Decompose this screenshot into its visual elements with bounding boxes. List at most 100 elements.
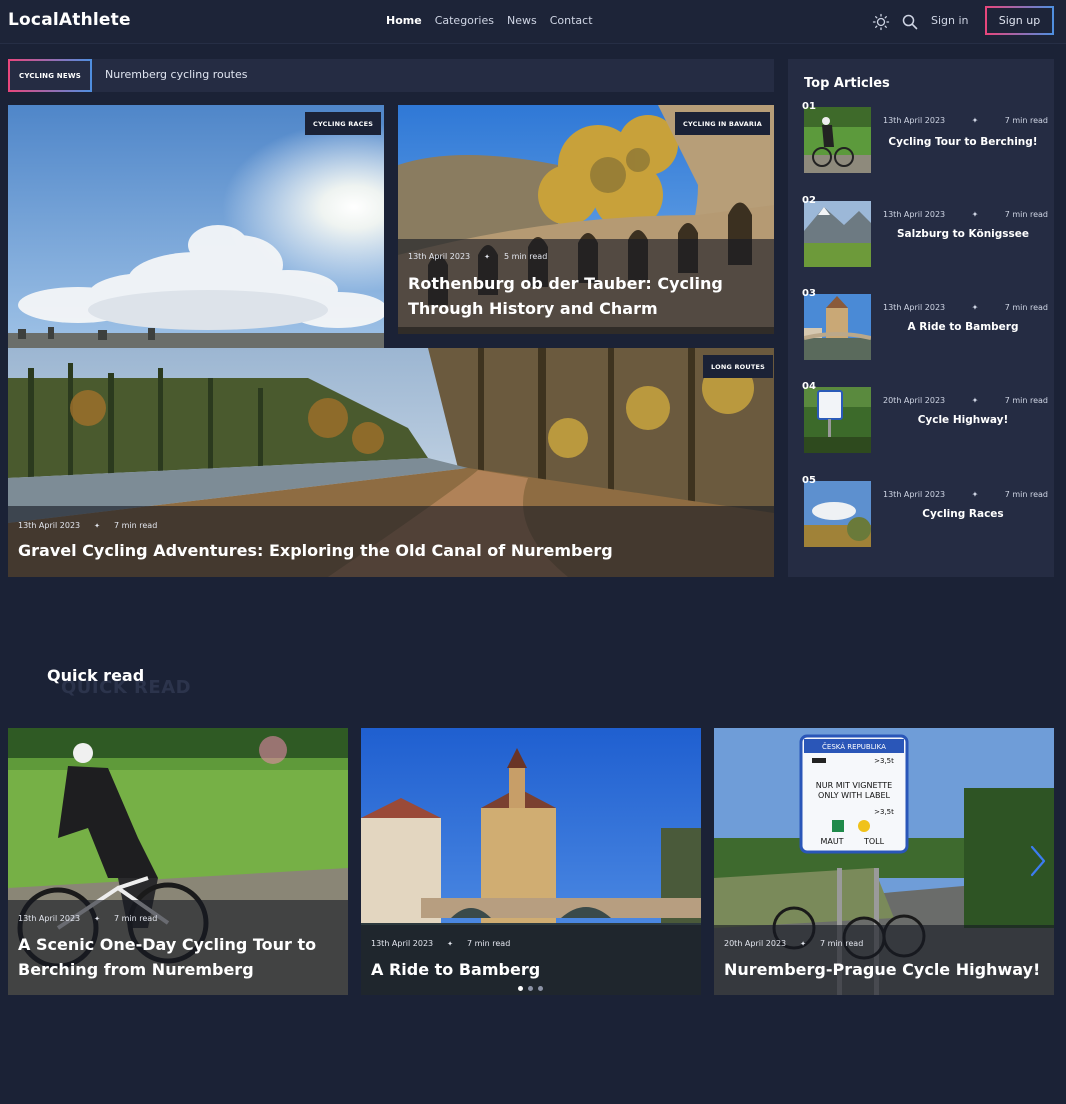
article-title[interactable]: Cycle Highway! (883, 412, 1043, 428)
meta-dot-icon: ✦ (971, 210, 979, 219)
carousel-dot[interactable] (528, 986, 533, 991)
article-readtime: 7 min read (1004, 303, 1048, 312)
quick-read-card[interactable]: 13th April 2023 ✦ 7 min read A Scenic On… (8, 728, 348, 995)
meta-dot-icon: ✦ (971, 396, 979, 405)
sign-line-vignette: NUR MIT VIGNETTE (816, 781, 892, 790)
card-readtime: 7 min read (820, 939, 864, 948)
meta-dot-icon: ✦ (971, 490, 979, 499)
card-readtime: 5 min read (504, 252, 548, 261)
article-thumbnail[interactable] (804, 107, 871, 173)
featured-card-rothenburg[interactable]: CYCLING IN BAVARIA 13th April 2023 ✦ 5 m… (398, 105, 774, 334)
article-rank: 02 (802, 195, 816, 206)
nav-news[interactable]: News (507, 14, 537, 27)
card-meta: 13th April 2023 ✦ 7 min read (18, 521, 157, 530)
carousel-next-icon[interactable] (1028, 844, 1048, 878)
sign-line-label: ONLY WITH LABEL (818, 791, 890, 800)
sign-in-link[interactable]: Sign in (931, 14, 969, 27)
meta-dot-icon: ✦ (94, 521, 100, 530)
article-thumbnail[interactable] (804, 201, 871, 267)
article-readtime: 7 min read (1004, 490, 1048, 499)
main-nav: Home Categories News Contact (386, 14, 593, 27)
sign-maut: MAUT (820, 837, 843, 846)
article-date: 20th April 2023 (883, 396, 946, 405)
card-date: 13th April 2023 (18, 521, 81, 530)
sign-weight-bottom: >3,5t (874, 808, 894, 816)
article-meta: 13th April 2023 ✦ 7 min read (883, 210, 1048, 219)
search-icon[interactable] (901, 13, 919, 31)
card-readtime: 7 min read (467, 939, 511, 948)
article-rank: 04 (802, 381, 816, 392)
top-articles-panel: Top Articles 01 13th April 2023 ✦ 7 min … (788, 59, 1054, 577)
card-date: 20th April 2023 (724, 939, 787, 948)
site-logo[interactable]: LocalAthlete (8, 10, 131, 30)
sun-icon[interactable] (872, 13, 890, 31)
card-readtime: 7 min read (114, 521, 158, 530)
meta-dot-icon: ✦ (447, 939, 453, 948)
carousel-dot[interactable] (538, 986, 543, 991)
meta-dot-icon: ✦ (971, 116, 979, 125)
article-thumbnail[interactable] (804, 481, 871, 547)
article-title[interactable]: Cycling Races (883, 506, 1043, 522)
top-articles-title: Top Articles (804, 76, 890, 91)
article-meta: 20th April 2023 ✦ 7 min read (883, 396, 1048, 405)
article-meta: 13th April 2023 ✦ 7 min read (883, 116, 1048, 125)
meta-dot-icon: ✦ (484, 252, 490, 261)
article-title[interactable]: A Ride to Bamberg (883, 319, 1043, 335)
card-title[interactable]: A Ride to Bamberg (371, 957, 691, 982)
article-thumbnail[interactable] (804, 294, 871, 360)
news-ticker: CYCLING NEWS Nuremberg cycling routes (8, 59, 774, 92)
ticker-badge: CYCLING NEWS (8, 59, 92, 92)
ticker-headline[interactable]: Nuremberg cycling routes (105, 68, 247, 81)
article-date: 13th April 2023 (883, 210, 946, 219)
featured-card-cycling-races[interactable]: CYCLING RACES (8, 105, 384, 348)
card-meta: 13th April 2023 ✦ 7 min read (371, 939, 510, 948)
article-readtime: 7 min read (1004, 116, 1048, 125)
card-title[interactable]: Nuremberg-Prague Cycle Highway! (724, 957, 1050, 982)
article-title[interactable]: Salzburg to Königssee (883, 226, 1043, 242)
top-article-item[interactable]: 02 13th April 2023 ✦ 7 min read Salzburg… (802, 195, 1048, 267)
category-badge[interactable]: CYCLING RACES (305, 112, 382, 135)
sign-toll: TOLL (863, 837, 885, 846)
sign-country: ČESKÁ REPUBLIKA (822, 742, 886, 751)
article-date: 13th April 2023 (883, 303, 946, 312)
featured-card-gravel-canal[interactable]: LONG ROUTES 13th April 2023 ✦ 7 min read… (8, 348, 774, 577)
top-article-item[interactable]: 05 13th April 2023 ✦ 7 min read Cycling … (802, 475, 1048, 547)
card-readtime: 7 min read (114, 914, 158, 923)
card-title[interactable]: A Scenic One-Day Cycling Tour to Berchin… (18, 932, 338, 982)
card-meta: 13th April 2023 ✦ 7 min read (18, 914, 157, 923)
meta-dot-icon: ✦ (94, 914, 100, 923)
nav-categories[interactable]: Categories (435, 14, 494, 27)
meta-dot-icon: ✦ (800, 939, 806, 948)
card-meta: 20th April 2023 ✦ 7 min read (724, 939, 863, 948)
nav-contact[interactable]: Contact (550, 14, 593, 27)
article-rank: 03 (802, 288, 816, 299)
sign-up-button[interactable]: Sign up (985, 6, 1054, 35)
quick-read-title: Quick read (47, 666, 145, 685)
sky-photo (8, 105, 384, 348)
quick-read-card[interactable]: ČESKÁ REPUBLIKA >3,5t NUR MIT VIGNETTE O… (714, 728, 1054, 995)
category-badge[interactable]: LONG ROUTES (703, 355, 774, 378)
article-meta: 13th April 2023 ✦ 7 min read (883, 490, 1048, 499)
top-article-item[interactable]: 03 13th April 2023 ✦ 7 min read A Ride t… (802, 288, 1048, 360)
top-article-item[interactable]: 01 13th April 2023 ✦ 7 min read Cycling … (802, 101, 1048, 173)
article-date: 13th April 2023 (883, 116, 946, 125)
quick-read-card[interactable]: 13th April 2023 ✦ 7 min read A Ride to B… (361, 728, 701, 995)
carousel-dot[interactable] (518, 986, 523, 991)
card-date: 13th April 2023 (408, 252, 471, 261)
article-readtime: 7 min read (1004, 210, 1048, 219)
card-date: 13th April 2023 (371, 939, 434, 948)
article-readtime: 7 min read (1004, 396, 1048, 405)
top-navbar: LocalAthlete Home Categories News Contac… (0, 0, 1066, 44)
top-article-item[interactable]: 04 20th April 2023 ✦ 7 min read Cycle Hi… (802, 381, 1048, 453)
article-meta: 13th April 2023 ✦ 7 min read (883, 303, 1048, 312)
card-title[interactable]: Rothenburg ob der Tauber: Cycling Throug… (408, 271, 748, 321)
category-badge[interactable]: CYCLING IN BAVARIA (675, 112, 770, 135)
article-title[interactable]: Cycling Tour to Berching! (883, 134, 1043, 150)
sign-weight-top: >3,5t (874, 757, 894, 765)
article-rank: 05 (802, 475, 816, 486)
meta-dot-icon: ✦ (971, 303, 979, 312)
card-date: 13th April 2023 (18, 914, 81, 923)
nav-home[interactable]: Home (386, 14, 422, 27)
card-title[interactable]: Gravel Cycling Adventures: Exploring the… (18, 538, 758, 563)
article-thumbnail[interactable] (804, 387, 871, 453)
